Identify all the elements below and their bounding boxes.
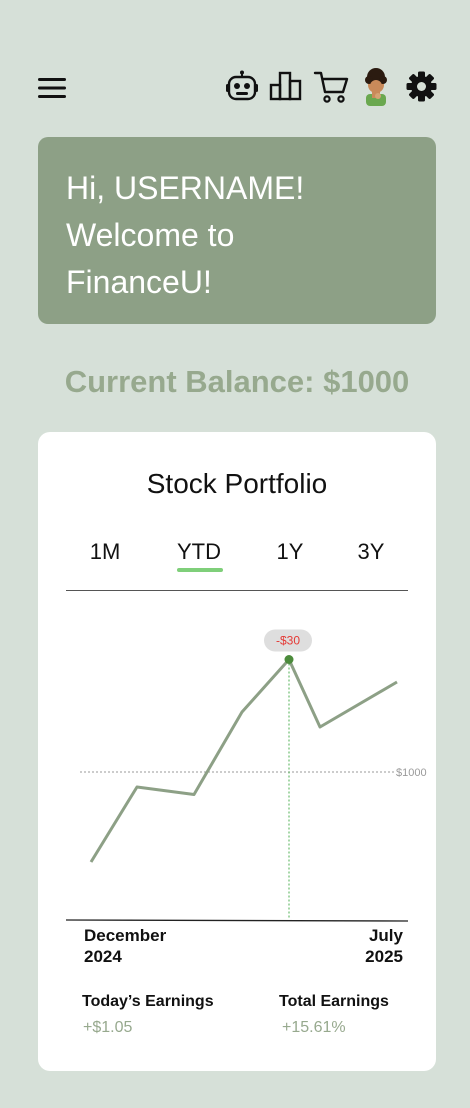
welcome-line-greeting: Hi, USERNAME! — [66, 170, 305, 206]
total-earnings-label: Total Earnings — [279, 993, 389, 1010]
welcome-message: Hi, USERNAME! Welcome to FinanceU! — [66, 165, 304, 306]
robot-icon[interactable] — [225, 70, 259, 102]
highlight-point — [284, 655, 294, 664]
current-balance: Current Balance: $1000 — [64, 364, 410, 399]
series-line — [89, 658, 398, 863]
x-axis-start-label: December 2024 — [84, 926, 167, 966]
x-axis-end-label: July 2025 — [365, 926, 403, 966]
total-earnings-value: +15.61% — [282, 1019, 346, 1036]
x-axis-line — [65, 919, 409, 922]
avatar[interactable] — [361, 66, 391, 106]
todays-earnings-value: +$1.05 — [83, 1019, 133, 1036]
gear-icon[interactable] — [406, 71, 437, 102]
welcome-banner: Hi, USERNAME! Welcome to FinanceU! — [38, 137, 436, 324]
welcome-line-app-name: FinanceU! — [66, 264, 212, 300]
shopping-cart-icon[interactable] — [313, 70, 349, 104]
welcome-line-2: Welcome to — [66, 217, 235, 253]
portfolio-line-chart: $1000 -$30 — [65, 629, 427, 922]
bar-chart-icon[interactable] — [269, 71, 303, 101]
reference-label: $1000 — [396, 767, 427, 779]
hamburger-menu-icon[interactable] — [38, 76, 66, 100]
highlight-badge-label: -$30 — [276, 634, 300, 648]
stock-portfolio-card: Stock Portfolio 1M YTD 1Y 3Y $1000 -$30 D… — [38, 432, 436, 1071]
todays-earnings-label: Today’s Earnings — [82, 993, 214, 1010]
